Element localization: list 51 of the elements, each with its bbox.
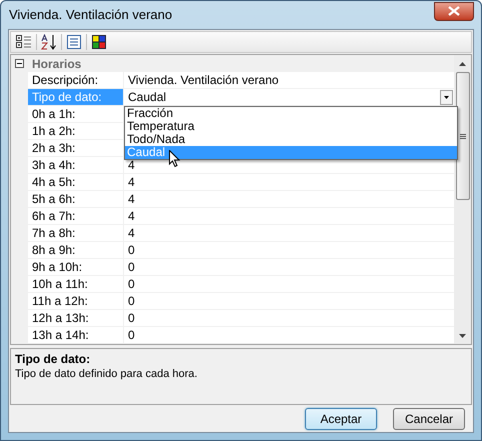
dropdown-button[interactable] bbox=[440, 90, 453, 105]
property-name[interactable]: 0h a 1h: bbox=[28, 106, 124, 123]
property-name[interactable]: Descripción: bbox=[28, 72, 124, 89]
property-value: 0 bbox=[127, 327, 135, 343]
property-value: 4 bbox=[127, 157, 135, 173]
category-label: Horarios bbox=[31, 56, 82, 72]
property-value: 0 bbox=[127, 242, 135, 258]
property-name[interactable]: 7h a 8h: bbox=[28, 225, 124, 242]
collapse-icon[interactable] bbox=[15, 59, 24, 68]
list-page-icon bbox=[67, 35, 81, 49]
property-value: 4 bbox=[127, 208, 135, 224]
property-name[interactable]: 1h a 2h: bbox=[28, 123, 124, 140]
property-value: Caudal bbox=[127, 89, 168, 105]
property-name[interactable]: 3h a 4h: bbox=[28, 157, 124, 174]
scroll-up-icon[interactable] bbox=[459, 62, 466, 66]
scrollbar[interactable] bbox=[454, 55, 471, 344]
property-value: 0 bbox=[127, 310, 135, 326]
dialog-button[interactable]: Cancelar bbox=[393, 408, 465, 430]
window-title: Vivienda. Ventilación verano bbox=[8, 6, 172, 24]
property-name[interactable]: 4h a 5h: bbox=[28, 174, 124, 191]
property-name[interactable]: 10h a 11h: bbox=[28, 276, 124, 293]
property-value: 0 bbox=[127, 259, 135, 275]
property-value: 0 bbox=[127, 293, 135, 309]
close-button[interactable] bbox=[434, 2, 474, 20]
scroll-thumb[interactable] bbox=[456, 72, 470, 200]
dropdown-option[interactable]: Todo/Nada bbox=[125, 133, 457, 146]
dropdown-option[interactable]: Temperatura bbox=[125, 120, 457, 133]
close-icon bbox=[448, 6, 460, 16]
caret-icon bbox=[444, 96, 449, 99]
property-value: 4 bbox=[127, 225, 135, 241]
property-value: 4 bbox=[127, 191, 135, 207]
property-name[interactable]: 9h a 10h: bbox=[28, 259, 124, 276]
property-name[interactable]: 5h a 6h: bbox=[28, 191, 124, 208]
description-title: Tipo de dato: bbox=[15, 352, 92, 367]
description-text: Tipo de dato definido para cada hora. bbox=[15, 367, 198, 381]
dropdown-option[interactable]: Fracción bbox=[125, 107, 457, 120]
property-value: 4 bbox=[127, 174, 135, 190]
scroll-down-icon[interactable] bbox=[459, 334, 466, 338]
dialog-button[interactable]: Aceptar bbox=[305, 408, 377, 430]
property-name[interactable]: 6h a 7h: bbox=[28, 208, 124, 225]
color-squares-icon bbox=[92, 35, 106, 49]
property-name[interactable]: 2h a 3h: bbox=[28, 140, 124, 157]
property-name[interactable]: 8h a 9h: bbox=[28, 242, 124, 259]
property-value: 0 bbox=[127, 276, 135, 292]
grip-icon bbox=[460, 134, 466, 138]
property-value: Vivienda. Ventilación verano bbox=[127, 72, 279, 88]
sort-az-icon bbox=[41, 34, 57, 50]
property-name[interactable]: 11h a 12h: bbox=[28, 293, 124, 310]
property-name[interactable]: 13h a 14h: bbox=[28, 327, 124, 344]
property-name[interactable]: 12h a 13h: bbox=[28, 310, 124, 327]
categorized-icon bbox=[16, 35, 32, 49]
